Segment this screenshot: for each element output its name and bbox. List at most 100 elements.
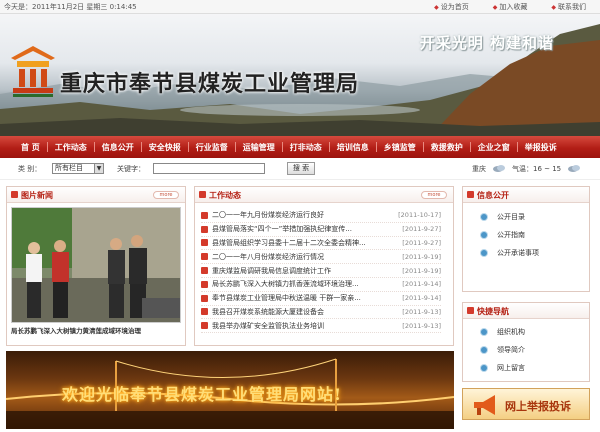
work-news-title: 工作动态 (209, 191, 241, 200)
news-item[interactable]: 县煤管局组织学习县委十二届十二次全委会精神... [2011-9-27] (201, 237, 441, 251)
news-item[interactable]: 奉节县煤炭工业管理局中秋送温暖 干群一家亲... [2011-9-14] (201, 292, 441, 306)
news-photo[interactable]: 1 2 3 4 5 (11, 207, 181, 323)
news-item[interactable]: 二〇一一年九月份煤炭经济运行良好 [2011-10-17] (201, 209, 441, 223)
work-news-more-button[interactable]: more (421, 191, 447, 199)
news-item[interactable]: 县煤管局落实“四个一”举措加强执纪律宣传... [2011-9-27] (201, 223, 441, 237)
category-select[interactable]: 所有栏目 ▼ (52, 163, 104, 174)
news-title[interactable]: 局长苏鹏飞深入大树镇力抓香莲流域环境治理... (212, 279, 398, 289)
news-title[interactable]: 县煤管局组织学习县委十二届十二次全委会精神... (212, 238, 398, 248)
welcome-text: 欢迎光临奉节县煤炭工业管理局网站! (62, 385, 343, 404)
list-bullet-icon (201, 239, 208, 247)
quick-nav-label: 网上留言 (497, 364, 525, 372)
news-item[interactable]: 我县召开煤炭系统能源大厦建设备会 [2011-9-13] (201, 306, 441, 320)
list-bullet-icon (201, 211, 208, 219)
set-homepage-link[interactable]: ◆ 设为首页 (434, 2, 469, 12)
work-news-list: 二〇一一年九月份煤炭经济运行良好 [2011-10-17] 县煤管局落实“四个一”… (201, 209, 441, 334)
quick-nav-label: 组织机构 (497, 328, 525, 336)
quick-nav-item[interactable]: 组织机构 (481, 323, 525, 341)
weather-widget: 重庆 气温：16 ~ 15 (472, 164, 581, 174)
quick-nav-item[interactable]: 网上留言 (481, 359, 525, 377)
cloud-icon (493, 165, 505, 172)
report-label: 网上举报投诉 (505, 400, 571, 413)
date-text: 今天是：2011年11月2日 星期三 0:14:45 (4, 3, 137, 11)
news-title[interactable]: 二〇一一年九月份煤炭经济运行良好 (212, 210, 398, 220)
nav-item-report[interactable]: 举报投诉 (518, 142, 564, 153)
top-bar: 今天是：2011年11月2日 星期三 0:14:45 ◆ 设为首页 ◆ 加入收藏 ◆… (0, 0, 600, 14)
news-item[interactable]: 重庆煤监局调研我局信息调度统计工作 [2011-9-19] (201, 264, 441, 278)
nav-item-work-news[interactable]: 工作动态 (48, 142, 94, 153)
info-public-item[interactable]: 公开目录 (481, 208, 539, 226)
list-bullet-icon (201, 294, 208, 302)
nav-item-rescue[interactable]: 救援救护 (424, 142, 470, 153)
nav-item-training[interactable]: 培训信息 (330, 142, 376, 153)
info-public-item[interactable]: 公开承诺事项 (481, 244, 539, 262)
nav-item-home[interactable]: 首 页 (14, 142, 47, 153)
nav-item-info-public[interactable]: 信息公开 (95, 142, 141, 153)
news-title[interactable]: 重庆煤监局调研我局信息调度统计工作 (212, 266, 398, 276)
cloud-icon (568, 165, 581, 172)
news-title[interactable]: 县煤管局落实“四个一”举措加强执纪律宣传... (212, 224, 398, 234)
info-public-label: 公开指南 (497, 231, 525, 239)
add-favorite-link[interactable]: ◆ 加入收藏 (493, 2, 528, 12)
quick-nav-label: 领导简介 (497, 346, 525, 354)
photo-caption[interactable]: 局长苏鹏飞深入大树镇力黄清莲成域环境治理 (11, 325, 181, 335)
list-bullet-icon (201, 267, 208, 275)
list-bullet-icon (201, 253, 208, 261)
news-date: [2011-9-13] (402, 321, 441, 330)
bureau-logo (11, 46, 55, 97)
news-title[interactable]: 我县召开煤炭系统能源大厦建设备会 (212, 307, 398, 317)
site-banner: 开采光明 构建和谐 重庆市奉节县煤炭工业管理局 (0, 14, 600, 136)
nav-item-enterprise[interactable]: 企业之窗 (471, 142, 517, 153)
info-public-header: 信息公开 (463, 187, 589, 203)
list-bullet-icon (481, 329, 487, 335)
photo-news-title: 图片新闻 (21, 191, 53, 200)
list-bullet-icon (201, 280, 208, 288)
list-bullet-icon (481, 214, 487, 220)
info-public-item[interactable]: 公开指南 (481, 226, 539, 244)
list-bullet-icon (201, 322, 208, 330)
photo-news-header: 图片新闻 more (7, 187, 185, 203)
news-date: [2011-9-13] (402, 307, 441, 316)
list-bullet-icon (481, 347, 487, 353)
quick-nav-title: 快捷导航 (477, 307, 509, 316)
list-bullet-icon (201, 225, 208, 233)
quick-nav-header: 快捷导航 (463, 303, 589, 319)
nav-item-anti-illegal[interactable]: 打非动态 (283, 142, 329, 153)
weather-temp: 气温：16 ~ 15 (512, 165, 562, 173)
nav-item-township[interactable]: 乡镇监管 (377, 142, 423, 153)
keyword-input[interactable] (153, 163, 265, 174)
news-item[interactable]: 二〇一一年八月份煤炭经济运行情况 [2011-9-19] (201, 250, 441, 265)
search-row: 类 别： 所有栏目 ▼ 关键字： 搜 索 重庆 气温：16 ~ 15 (0, 158, 600, 180)
info-public-list: 公开目录 公开指南 公开承诺事项 (481, 208, 539, 262)
category-label: 类 别： (18, 165, 42, 173)
news-item[interactable]: 我县举办煤矿安全监管执法业务培训 [2011-9-13] (201, 319, 441, 334)
work-news-header: 工作动态 more (195, 187, 453, 203)
list-bullet-icon (201, 308, 208, 316)
search-button[interactable]: 搜 索 (287, 162, 315, 175)
online-report-button[interactable]: 网上举报投诉 (462, 388, 590, 420)
news-title[interactable]: 二〇一一年八月份煤炭经济运行情况 (212, 252, 398, 262)
weather-city: 重庆 (472, 165, 486, 173)
add-favorite-label: 加入收藏 (499, 3, 528, 11)
nav-item-transport[interactable]: 运输管理 (236, 142, 282, 153)
contact-us-link[interactable]: ◆ 联系我们 (551, 2, 586, 12)
news-date: [2011-10-17] (398, 211, 441, 220)
site-title: 重庆市奉节县煤炭工业管理局 (60, 71, 360, 97)
quick-nav-item[interactable]: 领导简介 (481, 341, 525, 359)
news-item[interactable]: 局长苏鹏飞深入大树镇力抓香莲流域环境治理... [2011-9-14] (201, 278, 441, 292)
news-date: [2011-9-14] (402, 294, 441, 303)
section-bullet-icon (11, 191, 18, 198)
work-news-panel: 工作动态 more 二〇一一年九月份煤炭经济运行良好 [2011-10-17] 县… (194, 186, 454, 346)
section-bullet-icon (467, 307, 474, 314)
photo-news-more-button[interactable]: more (153, 191, 179, 199)
set-homepage-label: 设为首页 (440, 3, 469, 11)
news-title[interactable]: 奉节县煤炭工业管理局中秋送温暖 干群一家亲... (212, 293, 398, 303)
nav-item-industry[interactable]: 行业监督 (189, 142, 235, 153)
nav-item-safety-news[interactable]: 安全快报 (142, 142, 188, 153)
banner-slogan: 开采光明 构建和谐 (419, 34, 554, 52)
welcome-banner[interactable]: 欢迎光临奉节县煤炭工业管理局网站! (6, 351, 454, 429)
bullet-icon: ◆ (434, 3, 439, 11)
section-bullet-icon (199, 191, 206, 198)
news-title[interactable]: 我县举办煤矿安全监管执法业务培训 (212, 321, 398, 331)
info-public-label: 公开目录 (497, 213, 525, 221)
